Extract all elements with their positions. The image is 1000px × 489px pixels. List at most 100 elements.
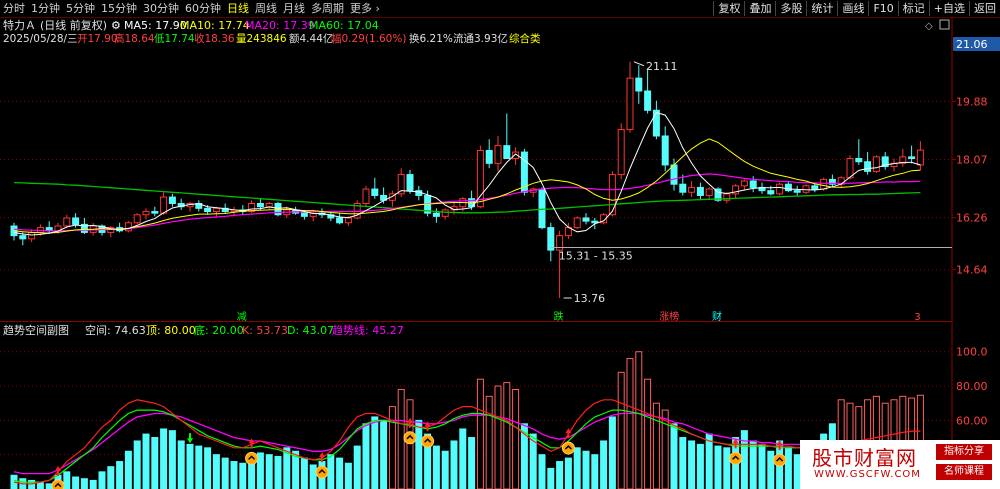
- candle: [908, 145, 916, 164]
- candle-body: [688, 186, 696, 193]
- space-bar: [344, 462, 352, 489]
- d-value: D: 43.07: [287, 324, 334, 337]
- candle: [617, 123, 625, 180]
- settings-icon[interactable]: ⚙: [111, 19, 121, 32]
- candle: [855, 139, 863, 165]
- bottom-value: 底: 20.00: [194, 323, 244, 337]
- indicator-tick-label: 100.0: [956, 346, 988, 359]
- candle-body: [679, 183, 687, 193]
- candle: [186, 201, 194, 212]
- candle: [881, 152, 889, 170]
- space-bar: [239, 462, 247, 489]
- candle: [133, 213, 141, 225]
- candle-body: [696, 186, 704, 196]
- candles: [10, 61, 924, 298]
- ma5-label: MA5: 17.90: [124, 19, 187, 32]
- buy-signal: [561, 441, 575, 455]
- space-bar: [124, 450, 132, 489]
- candle: [292, 206, 300, 215]
- space-bar: [714, 445, 722, 489]
- trend-line: [13, 412, 921, 475]
- candle-body: [626, 77, 634, 131]
- candle-body: [591, 220, 599, 224]
- space-bar: [556, 461, 564, 489]
- space-bar: [107, 466, 115, 489]
- space-bar: [204, 447, 212, 489]
- space-bar: [142, 433, 150, 489]
- candle: [28, 229, 36, 243]
- candle: [890, 158, 898, 172]
- price-tick-label: 14.64: [956, 264, 988, 277]
- window-controls: ◇: [925, 19, 950, 32]
- space-bar: [459, 428, 467, 489]
- buy-signal: [315, 465, 329, 479]
- candle-body: [802, 185, 810, 193]
- space-bar: [336, 457, 344, 489]
- space-bar: [547, 467, 555, 489]
- space-bar: [63, 471, 71, 489]
- candle-body: [740, 180, 748, 187]
- candle-body: [204, 207, 212, 213]
- candle: [688, 181, 696, 198]
- space-bar: [265, 454, 273, 489]
- buy-signal: [245, 451, 259, 465]
- space-bar: [89, 479, 97, 489]
- candle-body: [617, 129, 625, 176]
- space-bar: [740, 430, 748, 489]
- candle-body: [767, 190, 775, 195]
- space-bar: [406, 399, 414, 489]
- candle-body: [784, 183, 792, 192]
- candle: [556, 230, 564, 298]
- buy-signal: [421, 434, 435, 448]
- candle: [916, 141, 924, 171]
- space-bar: [591, 454, 599, 489]
- space-bar: [309, 464, 317, 489]
- candle: [538, 187, 546, 230]
- space-bar: [608, 416, 616, 489]
- watermark-title: 股市财富网: [812, 446, 917, 470]
- candle-body: [265, 203, 273, 208]
- candle-body: [652, 109, 660, 137]
- maximize-icon[interactable]: [939, 19, 950, 30]
- k-value: K: 53.73: [242, 324, 288, 337]
- candle: [547, 222, 555, 262]
- candle: [406, 169, 414, 194]
- space-bar: [758, 443, 766, 489]
- candle: [837, 176, 845, 188]
- ma10-line: [13, 138, 921, 234]
- space-bar: [98, 471, 106, 489]
- candle: [520, 148, 528, 196]
- candle-body: [538, 188, 546, 229]
- diamond-icon[interactable]: ◇: [925, 21, 933, 32]
- indicator-tick-label: 80.00: [956, 380, 988, 393]
- buy-signal-icon: [315, 465, 329, 479]
- space-bar: [749, 440, 757, 489]
- space-bar: [177, 440, 185, 489]
- space-bar: [353, 445, 361, 489]
- candle-body: [168, 196, 176, 204]
- chart-canvas[interactable]: 19.88 18.07 16.26 14.64 21.06 100.0 80.00 60.0…: [0, 0, 1000, 489]
- space-bar: [36, 481, 44, 489]
- buy-signal-icon: [403, 431, 417, 445]
- space-bar: [380, 419, 388, 489]
- candle: [644, 68, 652, 114]
- candle-body: [19, 235, 27, 240]
- candle-body: [670, 164, 678, 185]
- candle-body: [441, 209, 449, 217]
- main-header: 特力Ａ (日线 前复权) ⚙ MA5: 17.90 MA10: 17.74 MA…: [3, 18, 541, 45]
- space-bar: [432, 445, 440, 489]
- candle-body: [749, 180, 757, 188]
- candle-body: [494, 145, 502, 164]
- candle: [168, 193, 176, 207]
- teacher-course-button[interactable]: 名师课程: [936, 464, 992, 480]
- price-tick-label: 18.07: [956, 153, 988, 166]
- candle-body: [776, 183, 784, 195]
- candle: [336, 213, 344, 225]
- indicator-share-button[interactable]: 指标分享: [936, 444, 992, 460]
- candle: [696, 182, 704, 201]
- candle-body: [72, 217, 80, 225]
- candle: [864, 152, 872, 175]
- main-grid: [0, 17, 953, 489]
- space-bar: [784, 447, 792, 489]
- quote-low: 低17.74: [154, 32, 195, 45]
